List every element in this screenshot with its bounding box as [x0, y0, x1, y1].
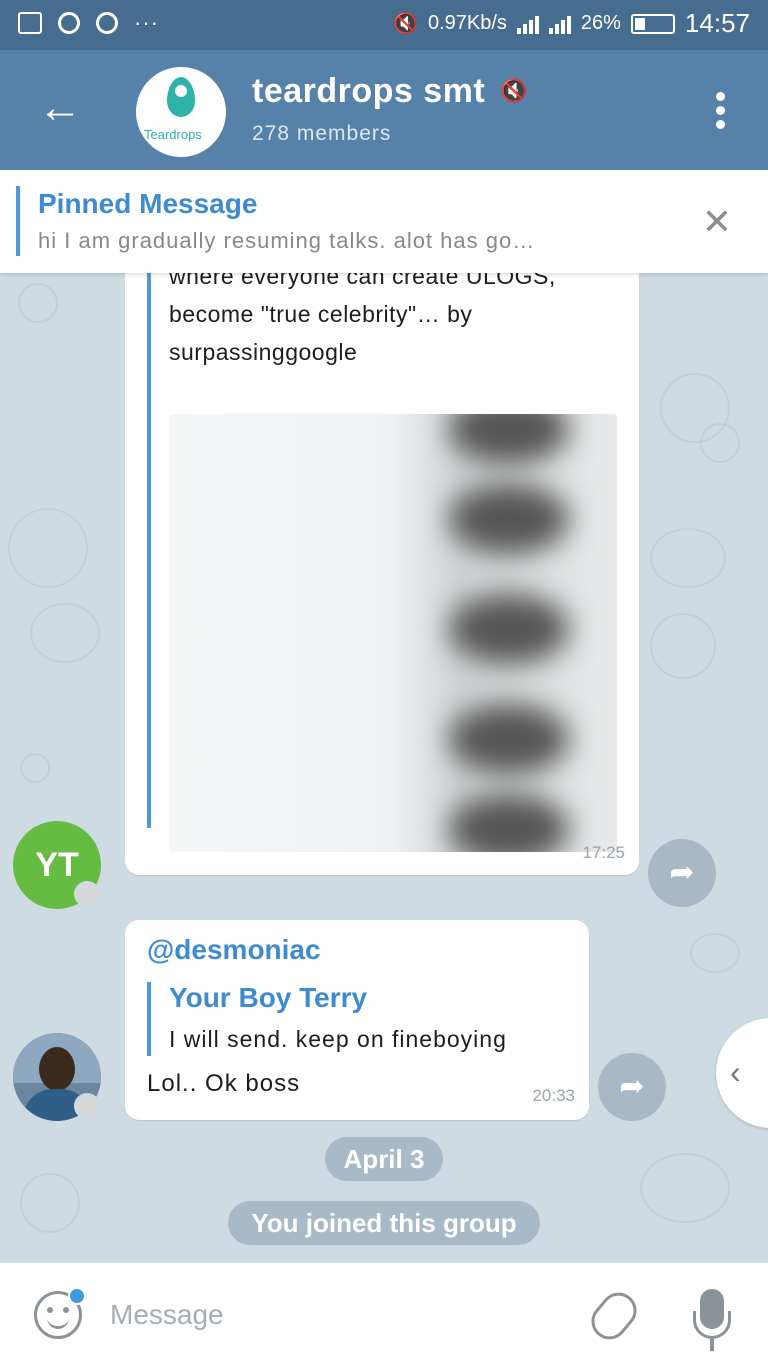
- service-message: You joined this group: [228, 1201, 540, 1245]
- more-options-icon[interactable]: [716, 92, 726, 129]
- message-text: where everyone can create ULOGS, become …: [169, 273, 556, 365]
- message-time: 17:25: [582, 843, 625, 862]
- side-panel-toggle[interactable]: ‹: [716, 1018, 768, 1128]
- teardrop-logo-icon: [167, 77, 195, 117]
- doodle-icon: [650, 613, 716, 679]
- doodle-icon: [20, 753, 50, 783]
- chevron-left-icon: ‹: [730, 1054, 741, 1090]
- close-icon[interactable]: ✕: [702, 204, 732, 240]
- doodle-icon: [30, 603, 100, 663]
- record-icon: [96, 12, 118, 34]
- chat-header: ← Teardrops teardrops smt 🔇 278 members: [0, 50, 768, 170]
- status-dot: [74, 881, 100, 907]
- group-name[interactable]: teardrops smt: [252, 72, 485, 111]
- doodle-icon: [20, 1173, 80, 1233]
- battery-icon: [630, 13, 675, 34]
- doodle-icon: [650, 528, 726, 588]
- doodle-icon: [700, 423, 740, 463]
- gallery-icon: [18, 12, 42, 34]
- message-bubble[interactable]: where everyone can create ULOGS, become …: [125, 273, 639, 875]
- pinned-title: Pinned Message: [38, 188, 258, 219]
- reply-author[interactable]: Your Boy Terry: [169, 982, 367, 1014]
- doodle-icon: [8, 508, 88, 588]
- doodle-icon: [18, 283, 58, 323]
- blurred-shape: [449, 704, 569, 774]
- status-bar: ··· 🔇 0.97Kb/s 26% 14:57: [0, 0, 768, 50]
- back-arrow-icon[interactable]: ←: [38, 86, 82, 132]
- doodle-icon: [690, 933, 740, 973]
- muted-speaker-icon: 🔇: [500, 78, 528, 103]
- share-icon[interactable]: ➦: [648, 839, 716, 907]
- date-separator: April 3: [325, 1137, 443, 1181]
- attach-paperclip-icon[interactable]: [584, 1285, 644, 1347]
- blurred-image-preview[interactable]: [169, 414, 617, 852]
- message-input-bar: [0, 1263, 768, 1365]
- blurred-shape: [449, 484, 569, 554]
- link-preview-accent: [147, 273, 151, 828]
- notification-dot: [68, 1287, 86, 1305]
- microphone-stand: [693, 1311, 731, 1339]
- doodle-icon: [640, 1153, 730, 1223]
- group-avatar[interactable]: Teardrops: [136, 67, 226, 157]
- member-count: 278 members: [252, 122, 392, 145]
- status-indicators: 🔇 0.97Kb/s 26% 14:57: [393, 8, 750, 39]
- network-speed: 0.97Kb/s: [427, 12, 507, 34]
- status-notifications: ···: [18, 12, 159, 34]
- blurred-shape: [449, 414, 569, 464]
- chat-area[interactable]: where everyone can create ULOGS, become …: [0, 273, 768, 1263]
- microphone-base: [710, 1339, 714, 1351]
- mute-volume-icon: 🔇: [393, 13, 418, 35]
- message-text: Lol.. Ok boss: [147, 1070, 301, 1097]
- status-dot: [74, 1093, 100, 1119]
- signal-1-icon: [516, 14, 539, 34]
- message-time: 20:33: [532, 1086, 575, 1105]
- message-bubble[interactable]: @desmoniac Your Boy Terry I will send. k…: [125, 920, 589, 1120]
- notification-icon: [58, 12, 80, 34]
- battery-percent: 26%: [580, 12, 621, 34]
- pinned-text: hi I am gradually resuming talks. alot h…: [38, 228, 536, 253]
- avatar-logo-text: Teardrops: [144, 127, 202, 142]
- pinned-accent-line: [16, 186, 20, 256]
- pinned-message-bar[interactable]: Pinned Message hi I am gradually resumin…: [0, 170, 768, 273]
- blurred-shape: [449, 594, 569, 664]
- more-notifications-icon: ···: [134, 10, 159, 35]
- reply-accent-line: [147, 982, 151, 1056]
- mention-link[interactable]: @desmoniac: [147, 934, 321, 966]
- clock: 14:57: [684, 8, 750, 38]
- share-icon[interactable]: ➦: [598, 1053, 666, 1121]
- avatar-photo-face: [39, 1047, 75, 1091]
- blurred-shape: [449, 794, 569, 852]
- signal-2-icon: [548, 14, 571, 34]
- reply-text: I will send. keep on fineboying: [169, 1026, 507, 1052]
- message-input[interactable]: [110, 1293, 550, 1337]
